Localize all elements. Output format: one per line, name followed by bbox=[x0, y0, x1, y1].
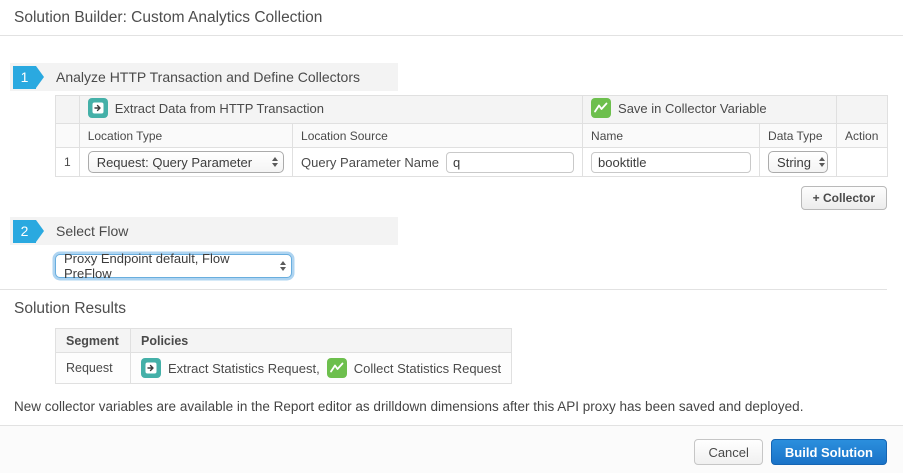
query-parameter-name-input[interactable] bbox=[446, 152, 574, 173]
collector-row: 1 Request: Query Parameter Query Paramet… bbox=[56, 148, 888, 177]
action-cell bbox=[837, 148, 888, 177]
select-stepper-icon bbox=[819, 157, 825, 167]
results-header-row: Segment Policies bbox=[56, 329, 512, 353]
cancel-button[interactable]: Cancel bbox=[694, 439, 762, 465]
page-title: Solution Builder: Custom Analytics Colle… bbox=[14, 9, 887, 27]
footer: Cancel Build Solution bbox=[0, 425, 903, 473]
collector-name-cell bbox=[583, 148, 760, 177]
solution-results-title: Solution Results bbox=[14, 300, 887, 318]
collect-policy-icon bbox=[591, 98, 611, 118]
main-content: 1 Analyze HTTP Transaction and Define Co… bbox=[0, 36, 903, 425]
results-row: Request Extract Statistics Request, bbox=[56, 353, 512, 384]
collector-button-row: + Collector bbox=[0, 186, 887, 210]
column-header-data-type: Data Type bbox=[760, 124, 837, 148]
collect-group-label: Save in Collector Variable bbox=[618, 101, 767, 116]
data-type-select[interactable]: String bbox=[768, 151, 828, 173]
step2-header: 2 Select Flow bbox=[10, 217, 398, 245]
rownum-header-cell bbox=[56, 96, 80, 124]
policy-collect-label: Collect Statistics Request bbox=[354, 361, 501, 376]
collectors-group-header-row: Extract Data from HTTP Transaction Save … bbox=[56, 96, 888, 124]
data-type-selected-value: String bbox=[777, 155, 811, 170]
step1-header: 1 Analyze HTTP Transaction and Define Co… bbox=[10, 63, 398, 91]
select-stepper-icon bbox=[272, 157, 278, 167]
extract-policy-icon bbox=[88, 98, 108, 118]
section-divider bbox=[0, 289, 887, 290]
policy-extract-label: Extract Statistics Request, bbox=[168, 361, 320, 376]
extract-policy-icon bbox=[141, 358, 161, 378]
select-stepper-icon bbox=[280, 261, 286, 271]
step1-badge: 1 bbox=[13, 66, 36, 89]
rownum-column-header bbox=[56, 124, 80, 148]
step1-title: Analyze HTTP Transaction and Define Coll… bbox=[56, 69, 360, 85]
location-source-label: Query Parameter Name bbox=[301, 155, 439, 170]
collector-name-input[interactable] bbox=[591, 152, 751, 173]
step2-title: Select Flow bbox=[56, 223, 128, 239]
location-type-cell: Request: Query Parameter bbox=[79, 148, 292, 177]
solution-results-table: Segment Policies Request Extract Statist… bbox=[55, 328, 512, 384]
collect-group-header: Save in Collector Variable bbox=[583, 96, 837, 124]
location-type-selected-value: Request: Query Parameter bbox=[97, 155, 252, 170]
extract-group-label: Extract Data from HTTP Transaction bbox=[115, 101, 324, 116]
location-source-cell: Query Parameter Name bbox=[293, 148, 583, 177]
data-type-cell: String bbox=[760, 148, 837, 177]
action-group-header-cell bbox=[837, 96, 888, 124]
flow-selected-value: Proxy Endpoint default, Flow PreFlow bbox=[64, 251, 272, 281]
segment-value: Request bbox=[56, 353, 131, 384]
add-collector-button[interactable]: + Collector bbox=[801, 186, 887, 210]
column-header-location-source: Location Source bbox=[293, 124, 583, 148]
column-header-action: Action bbox=[837, 124, 888, 148]
page-header: Solution Builder: Custom Analytics Colle… bbox=[0, 0, 903, 36]
flow-select-wrap: Proxy Endpoint default, Flow PreFlow bbox=[55, 250, 887, 278]
flow-select[interactable]: Proxy Endpoint default, Flow PreFlow bbox=[55, 254, 292, 278]
deploy-note: New collector variables are available in… bbox=[14, 399, 887, 414]
collect-policy-icon bbox=[327, 358, 347, 378]
build-solution-button[interactable]: Build Solution bbox=[771, 439, 887, 465]
collectors-column-header-row: Location Type Location Source Name Data … bbox=[56, 124, 888, 148]
location-type-select[interactable]: Request: Query Parameter bbox=[88, 151, 284, 173]
row-number: 1 bbox=[56, 148, 80, 177]
column-header-name: Name bbox=[583, 124, 760, 148]
column-header-location-type: Location Type bbox=[79, 124, 292, 148]
extract-group-header: Extract Data from HTTP Transaction bbox=[79, 96, 582, 124]
results-column-policies: Policies bbox=[131, 329, 512, 353]
step2-badge: 2 bbox=[13, 220, 36, 243]
policies-cell: Extract Statistics Request, Collect Stat… bbox=[131, 353, 512, 384]
collectors-table: Extract Data from HTTP Transaction Save … bbox=[55, 95, 888, 177]
results-column-segment: Segment bbox=[56, 329, 131, 353]
